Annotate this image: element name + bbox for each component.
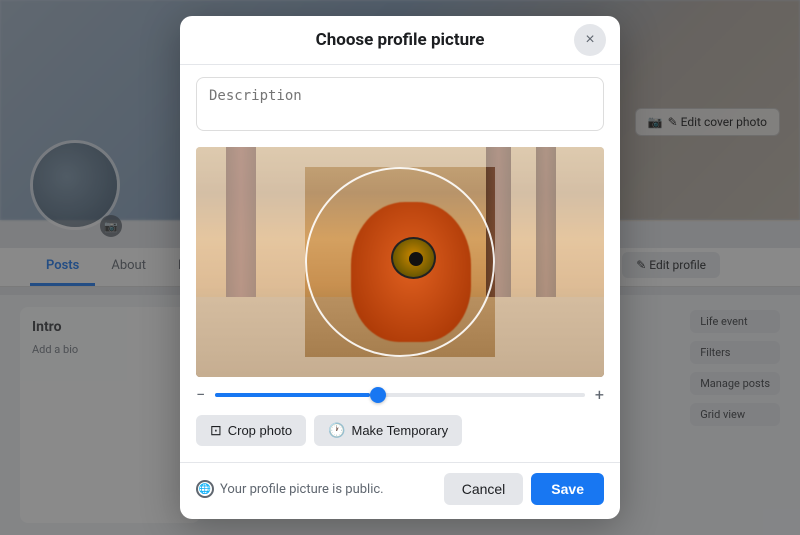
clock-icon: 🕐 — [328, 422, 345, 439]
crop-area — [196, 147, 604, 377]
crop-photo-label: Crop photo — [228, 423, 292, 438]
zoom-slider-track[interactable] — [215, 393, 585, 397]
zoom-in-icon[interactable]: + — [595, 387, 604, 403]
dim-left — [196, 167, 305, 357]
dim-top — [196, 147, 604, 167]
description-input[interactable] — [196, 77, 604, 131]
make-temporary-button[interactable]: 🕐 Make Temporary — [314, 415, 462, 446]
make-temporary-label: Make Temporary — [352, 423, 449, 438]
modal-footer: 🌐 Your profile picture is public. Cancel… — [180, 462, 620, 519]
globe-icon: 🌐 — [196, 480, 214, 498]
modal-header: Choose profile picture × — [180, 16, 620, 65]
crop-icon: ⊡ — [210, 422, 222, 439]
creature-eye — [391, 237, 436, 279]
modal-title: Choose profile picture — [316, 30, 485, 50]
creature-pupil — [409, 252, 423, 266]
dim-right — [495, 167, 604, 357]
footer-buttons: Cancel Save — [444, 473, 604, 505]
choose-profile-picture-modal: Choose profile picture × — [180, 16, 620, 519]
zoom-out-icon[interactable]: − — [196, 387, 205, 403]
save-button[interactable]: Save — [531, 473, 604, 505]
privacy-text: Your profile picture is public. — [220, 482, 384, 497]
modal-close-button[interactable]: × — [574, 24, 606, 56]
modal-body: − + ⊡ Crop photo 🕐 Make Temporary — [180, 65, 620, 462]
zoom-thumb — [370, 387, 386, 403]
zoom-row: − + — [196, 377, 604, 409]
modal-overlay: Choose profile picture × — [0, 0, 800, 535]
privacy-row: 🌐 Your profile picture is public. — [196, 480, 384, 498]
crop-photo-button[interactable]: ⊡ Crop photo — [196, 415, 306, 446]
zoom-fill — [215, 393, 370, 397]
dim-bottom — [196, 357, 604, 377]
cancel-button[interactable]: Cancel — [444, 473, 524, 505]
action-row: ⊡ Crop photo 🕐 Make Temporary — [196, 409, 604, 450]
